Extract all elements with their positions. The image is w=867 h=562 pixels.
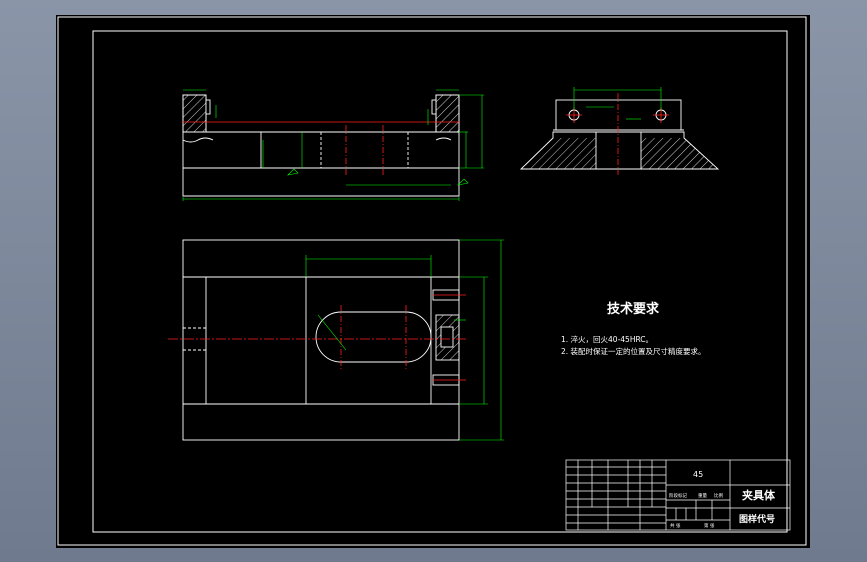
top-view	[182, 239, 460, 441]
drawing-code-value: 图样代号	[739, 513, 775, 525]
top-view-centerlines	[168, 294, 466, 381]
part-name-value: 夹具体	[742, 488, 776, 502]
outer-frame	[57, 16, 807, 546]
stage-mark-label: 阶段标记	[669, 492, 687, 499]
top-view-dimensions	[305, 239, 504, 441]
side-view-dimensions	[573, 87, 662, 120]
tech-requirements-title: 技术要求	[607, 301, 660, 317]
front-view	[182, 94, 460, 197]
weight-label: 重量	[698, 492, 707, 499]
tech-requirement-item-2: 2. 装配时保证一定的位置及尺寸精度要求。	[561, 346, 706, 356]
cad-drawing-area[interactable]: 技术要求 1. 淬火，回火40-45HRC。 2. 装配时保证一定的位置及尺寸精…	[56, 15, 810, 548]
sheet-number-label: 第 张	[704, 522, 715, 529]
scale-label: 比例	[714, 492, 723, 499]
cad-drawing: 技术要求 1. 淬火，回火40-45HRC。 2. 装配时保证一定的位置及尺寸精…	[57, 16, 807, 546]
side-view	[519, 99, 720, 170]
total-sheets-label: 共 张	[670, 522, 681, 529]
tech-requirement-item-1: 1. 淬火，回火40-45HRC。	[561, 334, 653, 344]
material-value: 45	[693, 470, 703, 479]
